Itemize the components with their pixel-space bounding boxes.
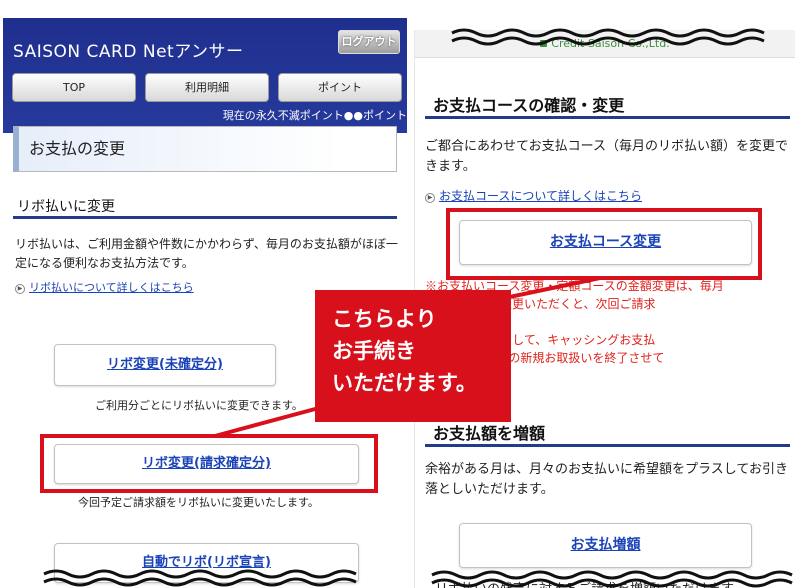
- url-text: Credit Saison Co.,Ltd.: [551, 37, 670, 50]
- increase-section-title: お支払額を増額: [433, 424, 546, 443]
- nav-points-button[interactable]: ポイント: [278, 73, 402, 102]
- nav-top-button[interactable]: TOP: [12, 73, 136, 102]
- increase-section-description: 余裕がある月は、月々のお支払いに希望額をプラスしてお引き落としいただけます。: [425, 462, 788, 497]
- callout-box: こちらより お手続き いただけます。: [315, 290, 511, 422]
- revolving-detail-link-text[interactable]: リボ払いについて詳しくはこちら: [29, 281, 194, 294]
- app-header: SAISON CARD Netアンサー ログアウト TOP 利用明細 ポイント …: [3, 18, 407, 133]
- logout-button[interactable]: ログアウト: [338, 30, 400, 54]
- nav-bar: TOP 利用明細 ポイント: [12, 73, 402, 102]
- confirmed-caption: 今回予定ご請求額をリボ払いに変更いたします。: [78, 496, 319, 509]
- increase-payment-button[interactable]: お支払増額: [459, 523, 752, 568]
- course-section-description: ご都合にあわせてお支払コース（毎月のリボ払い額）を変更できます。: [425, 139, 788, 174]
- course-section-title: お支払コースの確認・変更: [433, 96, 625, 115]
- callout-line: お手続き: [332, 339, 416, 363]
- course-detail-link[interactable]: ▶ お支払コースについて詳しくはこちら: [425, 187, 642, 204]
- arrow-circle-icon: ▶: [15, 284, 25, 294]
- increase-footer-text: リボ払いの残高に対するご請求を増額いただけます。: [435, 578, 746, 588]
- course-detail-link-text[interactable]: お支払コースについて詳しくはこちら: [439, 189, 642, 203]
- points-status: 現在の永久不滅ポイント●●ポイント: [222, 109, 407, 122]
- increase-section-divider: [425, 444, 790, 447]
- callout-line: こちらより: [332, 307, 437, 331]
- auto-revolving-button[interactable]: 自動でリボ(リボ宣言): [54, 543, 359, 583]
- revolving-detail-link[interactable]: ▶ リボ払いについて詳しくはこちら: [15, 279, 194, 295]
- highlight-box-confirmed: [40, 434, 378, 493]
- revolving-description: リボ払いは、ご利用金額や件数にかかわらず、毎月のお支払額がほぼ一定になる便利なお…: [15, 237, 398, 270]
- callout-line: いただけます。: [332, 371, 477, 395]
- revolving-change-unconfirmed-button[interactable]: リボ変更(未確定分): [54, 344, 276, 386]
- unconfirmed-caption: ご利用分ごとにリボ払いに変更できます。: [95, 399, 303, 412]
- nav-statement-button[interactable]: 利用明細: [145, 73, 269, 102]
- section-title-revolving: リボ払いに変更: [17, 199, 115, 215]
- page-title: お支払の変更: [13, 126, 397, 172]
- highlight-box-course-change: [446, 208, 762, 280]
- arrow-circle-icon: ▶: [425, 193, 435, 203]
- brand-logo: SAISON CARD Netアンサー: [13, 42, 244, 62]
- url-bar: Credit Saison Co.,Ltd.: [415, 30, 795, 58]
- section-divider: [13, 216, 397, 219]
- lock-icon: [540, 40, 548, 47]
- course-section-divider: [425, 116, 790, 119]
